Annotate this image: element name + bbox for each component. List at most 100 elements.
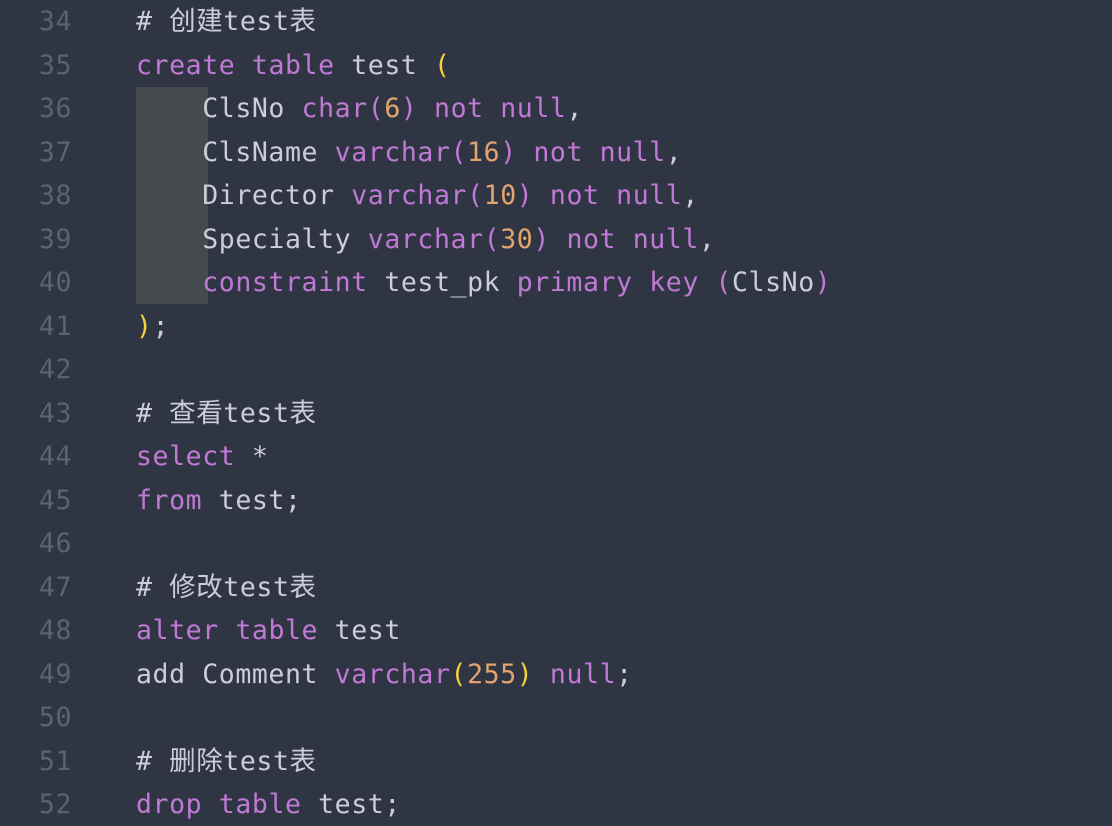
code-text[interactable]: ClsNo char(6) not null, (136, 87, 583, 131)
keyword-token: null (599, 136, 666, 168)
line-number: 35 (38, 49, 72, 81)
code-text[interactable]: drop table test; (136, 783, 401, 826)
number-token: 10 (483, 180, 517, 211)
code-text[interactable]: add Comment varchar(255) null; (136, 653, 633, 697)
code-line[interactable]: 49 add Comment varchar(255) null; (0, 653, 1112, 697)
code-text[interactable]: # 修改test表 (136, 566, 317, 610)
keyword-token: null (500, 93, 567, 124)
line-number: 34 (38, 6, 72, 37)
keyword-token: table (251, 49, 335, 81)
text-token: , (698, 223, 716, 255)
text-token: test; (202, 484, 302, 516)
bracket-token: ( (367, 93, 385, 124)
keyword-token: alter (136, 615, 219, 646)
code-line[interactable]: 44 select * (0, 435, 1112, 479)
keyword-token: table (235, 615, 319, 646)
code-line[interactable]: 48 alter table test (0, 609, 1112, 653)
code-text[interactable]: # 创建test表 (136, 0, 317, 44)
keyword-token: varchar (367, 223, 484, 255)
comment-token: # 创建test表 (136, 6, 317, 37)
text-token: , (682, 180, 699, 211)
code-line[interactable]: 40 constraint test_pk primary key (ClsNo… (0, 261, 1112, 305)
text-token: ClsName (136, 136, 335, 168)
comment-token: # 修改test表 (136, 571, 317, 603)
keyword-token: null (549, 658, 617, 690)
text-token: test; (301, 789, 401, 820)
code-line[interactable]: 38 Director varchar(10) not null, (0, 174, 1112, 218)
keyword-token: null (616, 180, 683, 211)
bracket-token: ) (516, 180, 534, 211)
bracket-token: ) (136, 310, 153, 342)
number-token: 255 (467, 658, 517, 690)
keyword-token: not (533, 136, 584, 168)
code-line[interactable]: 43 # 查看test表 (0, 392, 1112, 436)
keyword-token: not (566, 223, 617, 255)
bracket-token: ) (814, 267, 832, 298)
code-text[interactable]: Specialty varchar(30) not null, (136, 218, 715, 262)
keyword-token: constraint (202, 267, 368, 298)
text-token: , (566, 93, 584, 124)
code-text[interactable]: ); (136, 305, 169, 349)
code-text[interactable]: ClsName varchar(16) not null, (136, 131, 682, 175)
code-text[interactable]: select * (136, 435, 268, 479)
line-number: 45 (38, 484, 72, 516)
text-token: test_pk (367, 267, 517, 298)
comment-token: # 删除test表 (136, 745, 317, 777)
text-token: * (235, 441, 269, 472)
code-text[interactable]: Director varchar(10) not null, (136, 174, 699, 218)
code-line[interactable]: 50 (0, 696, 1112, 740)
code-text[interactable]: from test; (136, 479, 302, 523)
code-line[interactable]: 37 ClsName varchar(16) not null, (0, 131, 1112, 175)
keyword-token: varchar (334, 136, 451, 168)
code-line[interactable]: 41); (0, 305, 1112, 349)
line-number: 43 (38, 397, 72, 429)
code-line[interactable]: 34 # 创建test表 (0, 0, 1112, 44)
code-line[interactable]: 35 create table test ( (0, 44, 1112, 88)
line-number: 49 (38, 658, 72, 690)
code-text[interactable]: alter table test (136, 609, 401, 653)
keyword-token: drop (136, 789, 203, 820)
code-line[interactable]: 45 from test; (0, 479, 1112, 523)
code-text[interactable]: constraint test_pk primary key (ClsNo) (136, 261, 831, 305)
keyword-token: select (136, 441, 236, 472)
bracket-token: ( (450, 658, 468, 690)
bracket-token: ( (450, 136, 468, 168)
line-number: 52 (38, 789, 72, 820)
line-number: 44 (38, 441, 72, 472)
number-token: 16 (467, 136, 501, 168)
code-line[interactable]: 36 ClsNo char(6) not null, (0, 87, 1112, 131)
code-line[interactable]: 39 Specialty varchar(30) not null, (0, 218, 1112, 262)
code-text[interactable]: # 查看test表 (136, 392, 317, 436)
number-token: 6 (384, 93, 401, 124)
code-editor[interactable]: 34 # 创建test表 35 create table test (36 ClsNo… (0, 0, 1112, 826)
line-number: 40 (38, 267, 72, 298)
code-line[interactable]: 47 # 修改test表 (0, 566, 1112, 610)
text-token: test (334, 49, 434, 81)
line-number: 36 (38, 93, 72, 124)
text-token: test (318, 615, 401, 646)
line-number: 47 (38, 571, 72, 603)
keyword-token: not (434, 93, 484, 124)
text-token: Director (136, 180, 352, 211)
line-number: 46 (38, 528, 72, 559)
code-line[interactable]: 51 # 删除test表 (0, 740, 1112, 784)
keyword-token: key (649, 267, 699, 298)
code-text[interactable]: create table test ( (136, 44, 451, 88)
code-line[interactable]: 52 drop table test; (0, 783, 1112, 826)
bracket-token: ( (467, 180, 484, 211)
bracket-token: ( (434, 49, 451, 81)
code-line[interactable]: 42 (0, 348, 1112, 392)
code-text[interactable]: # 删除test表 (136, 740, 317, 784)
code-line[interactable]: 46 (0, 522, 1112, 566)
